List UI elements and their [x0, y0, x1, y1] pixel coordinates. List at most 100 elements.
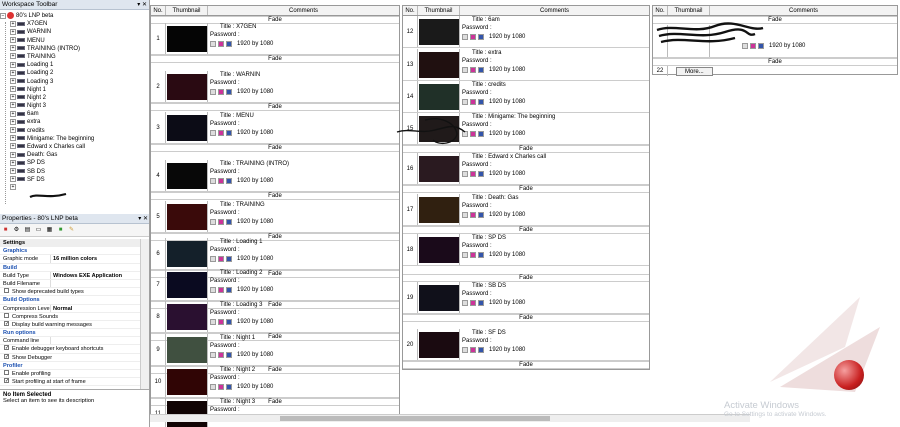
command-line-row[interactable]: Command line [0, 337, 140, 346]
expand-icon[interactable]: + [10, 86, 16, 93]
display-warnings-row[interactable]: ✓ Display build warning messages [0, 320, 140, 330]
frame-row[interactable]: 17 Title : Death: Gas Password : 1920 by 10… [403, 194, 649, 226]
frame-row[interactable]: 11Title : Night 3Password :1920 by 1080 [151, 398, 399, 427]
tree-frame-item[interactable]: + extra [0, 118, 149, 126]
show-deprecated-row[interactable]: Show deprecated build types [0, 288, 140, 297]
tree-frame-item[interactable]: + Death: Gas [0, 151, 149, 159]
frame-row[interactable]: 19 Title : SB DS Password : 1920 by 1080 [403, 282, 649, 314]
tree-frame-item[interactable]: + X7GEN [0, 20, 149, 28]
frame-row[interactable]: 20 Title : SF DS Password : 1920 by 1080 [403, 329, 649, 361]
collapse-icon[interactable]: − [0, 12, 6, 19]
frame-thumbnail[interactable] [166, 201, 208, 232]
compress-sounds-row[interactable]: Compress Sounds [0, 312, 140, 321]
frame-row[interactable]: 6 Title : Loading 1 Password : 1920 by 1080 [151, 238, 399, 270]
graphic-mode-row[interactable]: Graphic mode 16 million colors [0, 255, 140, 264]
expand-icon[interactable]: + [10, 110, 16, 117]
expand-icon[interactable]: + [10, 20, 16, 27]
tree-frame-item[interactable]: + MENU [0, 36, 149, 45]
expand-icon[interactable]: + [10, 127, 16, 134]
frame-thumbnail[interactable] [418, 81, 460, 112]
enable-profiling-checkbox[interactable] [4, 370, 9, 375]
tree-frame-item[interactable]: + TRAINING (INTRO) [0, 45, 149, 53]
frame-thumbnail[interactable] [166, 398, 208, 427]
debugger-shortcuts-checkbox[interactable]: ✓ [4, 345, 9, 351]
frame-thumbnail[interactable] [166, 366, 208, 397]
tree-root[interactable]: − 80's LNP beta [0, 12, 149, 20]
frame-thumbnail[interactable] [418, 49, 460, 80]
start-profiling-row[interactable]: ✓ Start profiling at start of frame [0, 378, 140, 387]
frame-row[interactable]: 18 Title : SP DS Password : 1920 by 1080 [403, 234, 649, 266]
expand-icon[interactable]: + [10, 69, 16, 76]
frame-thumbnail[interactable] [166, 301, 208, 332]
expand-icon[interactable]: + [10, 143, 16, 150]
frame-thumbnail[interactable] [166, 238, 208, 269]
expand-icon[interactable]: + [10, 28, 16, 35]
frame-row[interactable]: 8 Title : Loading 3 Password : 1920 by 1080 [151, 301, 399, 333]
properties-pane-buttons[interactable]: ▾ ✕ [138, 214, 148, 224]
tab-icon-2[interactable]: ⚙ [13, 226, 20, 234]
frame-row[interactable]: 16 Title : Edward x Charles call Password … [403, 153, 649, 185]
frame-row[interactable]: 5 Title : TRAINING Password : 1920 by 1080 [151, 201, 399, 233]
graphic-mode-value[interactable]: 16 million colors [50, 255, 140, 263]
tree-frame-item[interactable]: + SB DS [0, 167, 149, 176]
frame-row[interactable]: 2 Title : WARNIN Password : 1920 by 1080 [151, 71, 399, 103]
frame-thumbnail[interactable] [166, 334, 208, 365]
build-type-row[interactable]: Build Type Windows EXE Application [0, 271, 140, 280]
more-button[interactable]: More... [676, 66, 713, 76]
tab-icon-1[interactable]: ■ [2, 226, 9, 234]
frame-row-22[interactable]: 22 More... [653, 66, 897, 76]
tree-frame-item[interactable]: + SF DS [0, 176, 149, 184]
frame-thumbnail[interactable] [418, 153, 460, 184]
tree-frame-item[interactable]: + Edward x Charles call [0, 143, 149, 151]
frame-row[interactable]: 10 Title : Night 2 Password : 1920 by 1080 [151, 366, 399, 398]
frame-row[interactable]: 14 Title : credits Password : 1920 by 1080 [403, 81, 649, 113]
tab-icon-5[interactable]: ▦ [46, 226, 53, 234]
tree-frame-item[interactable]: + credits [0, 127, 149, 135]
expand-icon[interactable]: + [10, 118, 16, 125]
tree-frame-item[interactable]: + Loading 1 [0, 61, 149, 69]
frame-thumbnail[interactable] [418, 194, 460, 225]
expand-icon[interactable]: + [10, 36, 16, 43]
scrollbar-thumb[interactable] [280, 416, 550, 421]
tree-frame-item[interactable]: + Loading 3 [0, 77, 149, 86]
frame-thumbnail[interactable] [166, 160, 208, 191]
tab-icon-7[interactable]: ✎ [68, 226, 75, 234]
tab-icon-4[interactable]: ▭ [35, 226, 42, 234]
frame-thumbnail[interactable] [166, 71, 208, 102]
frame-row[interactable]: 3 Title : MENU Password : 1920 by 1080 [151, 112, 399, 144]
expand-icon[interactable]: + [10, 53, 16, 60]
tree-frame-item[interactable]: +6am [0, 110, 149, 118]
horizontal-scrollbar[interactable] [150, 414, 750, 422]
expand-icon[interactable]: + [10, 94, 16, 101]
tree-frame-item[interactable]: + Minigame: The beginning [0, 135, 149, 143]
expand-icon[interactable]: + [10, 159, 16, 166]
expand-icon[interactable]: + [10, 184, 16, 191]
frame-row[interactable]: 9 Title : Night 1 Password : 1920 by 1080 [151, 334, 399, 366]
frame-row[interactable]: 13 Title : extra Password : 1920 by 1080 [403, 49, 649, 81]
expand-icon[interactable]: + [10, 135, 16, 142]
frame-thumbnail[interactable] [418, 329, 460, 360]
expand-icon[interactable]: + [10, 61, 16, 68]
frame-row[interactable]: 12 Title : 6am Password : 1920 by 1080 [403, 16, 649, 48]
start-profiling-checkbox[interactable]: ✓ [4, 378, 9, 384]
show-debugger-row[interactable]: ✓ Show Debugger [0, 353, 140, 362]
command-line-value[interactable] [50, 337, 140, 345]
frame-thumbnail[interactable] [418, 234, 460, 265]
frame-row[interactable]: 7 Title : Loading 2 Password : 1920 by 1080 [151, 269, 399, 301]
tree-frame-item[interactable]: + Loading 2 [0, 69, 149, 77]
compress-sounds-checkbox[interactable] [4, 312, 9, 318]
compression-row[interactable]: Compression Level Normal [0, 304, 140, 313]
frame-thumbnail[interactable] [166, 269, 208, 300]
frame-thumbnail[interactable] [166, 23, 208, 54]
debugger-shortcuts-row[interactable]: ✓ Enable debugger keyboard shortcuts [0, 345, 140, 354]
frame-thumbnail[interactable] [418, 282, 460, 313]
tree-frame-item[interactable]: + SP DS [0, 159, 149, 167]
build-type-value[interactable]: Windows EXE Application [50, 271, 140, 279]
frame-row[interactable]: 1 Title : X7GEN Password : 1920 by 1080 [151, 23, 399, 55]
tree-frame-item[interactable]: + WARNIN [0, 28, 149, 36]
frame-thumbnail[interactable] [418, 16, 460, 47]
build-filename-row[interactable]: Build Filename [0, 279, 140, 289]
expand-icon[interactable]: + [10, 167, 16, 174]
expand-icon[interactable]: + [10, 102, 16, 109]
frame-thumbnail[interactable] [166, 112, 208, 143]
